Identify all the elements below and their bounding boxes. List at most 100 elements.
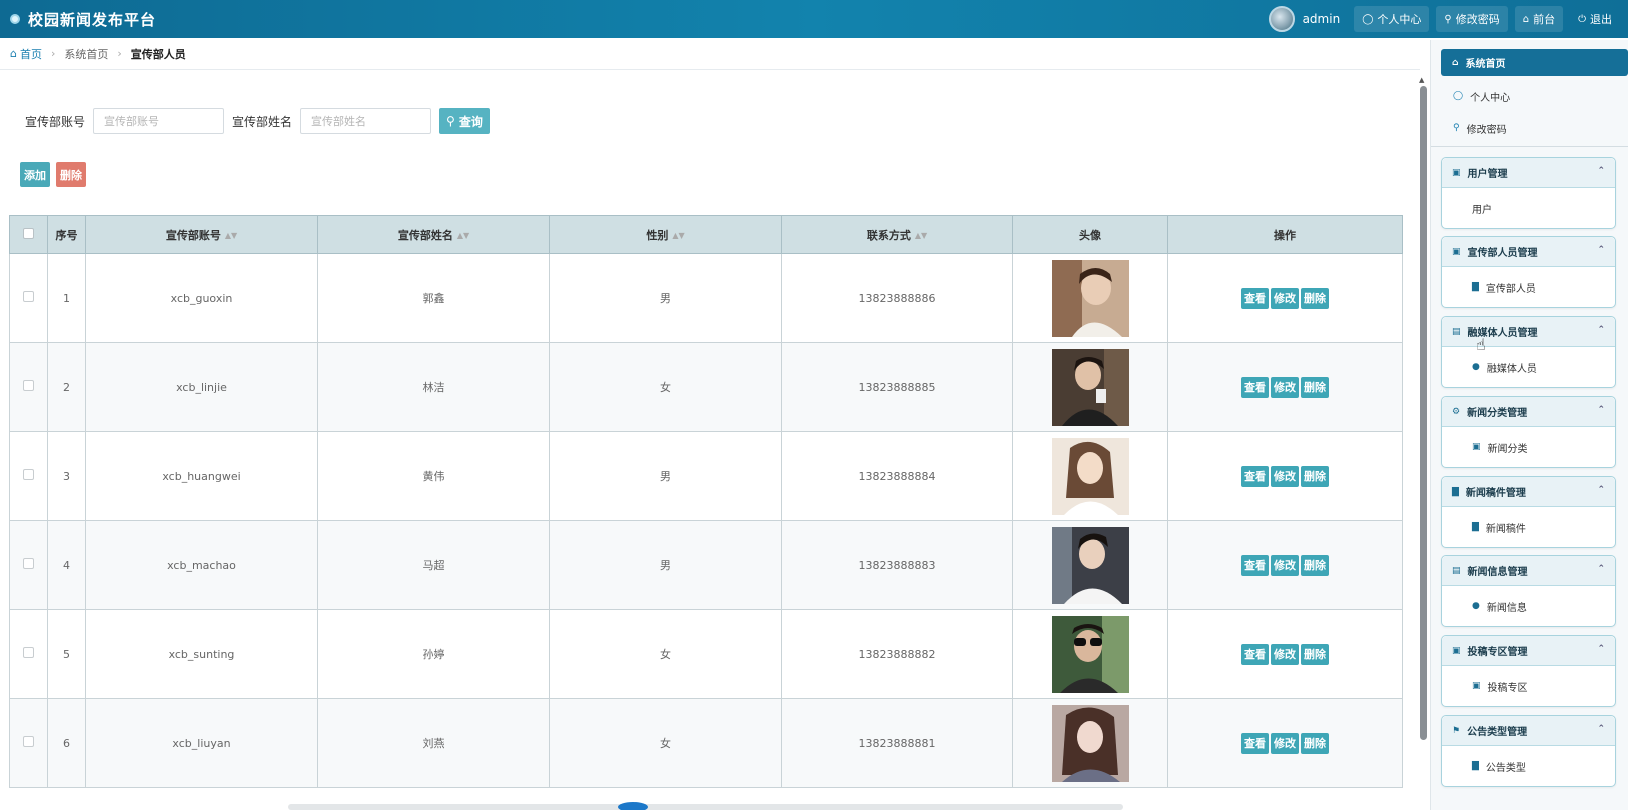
table-row: 2 xcb_linjie 林洁 女 13823888885 查看 修改 删除 (9, 342, 1403, 432)
row-select-cell[interactable] (9, 609, 48, 699)
user-chip[interactable]: admin (1268, 6, 1340, 32)
chevron-up-icon[interactable]: ⌃ (1597, 485, 1605, 495)
column-header-account[interactable]: 宣传部账号 ▲▼ (85, 215, 318, 254)
batch-delete-button[interactable]: 删除 (56, 162, 86, 187)
sidebar-item-personal-center[interactable]: ◯ 个人中心 (1431, 80, 1628, 112)
data-table: 序号 宣传部账号 ▲▼ 宣传部姓名 ▲▼ 性别 ▲▼ 联系方式 ▲▼ 头像 操作 1 x… (9, 215, 1403, 788)
sidebar-item-media-staff[interactable]: ● 融媒体人员 (1442, 347, 1615, 387)
sidebar-item-submission[interactable]: ▣ 投稿专区 (1442, 666, 1615, 706)
sidebar-group-header[interactable]: ⚙ 新闻分类管理 ⌃ (1442, 397, 1615, 427)
sidebar-group-header[interactable]: ▣ 宣传部人员管理 ⌃ (1442, 237, 1615, 267)
chevron-up-icon[interactable]: ⌃ (1597, 644, 1605, 654)
query-button[interactable]: ⚲ 查询 (439, 108, 490, 134)
delete-button[interactable]: 删除 (1301, 554, 1329, 576)
row-select-cell[interactable] (9, 698, 48, 788)
row-select-cell[interactable] (9, 253, 48, 343)
sidebar-group-header[interactable]: ▣ 投稿专区管理 ⌃ (1442, 636, 1615, 666)
sidebar-item-change-password[interactable]: ⚲ 修改密码 (1431, 112, 1628, 144)
sidebar-item-publicity-staff[interactable]: ▇ 宣传部人员 (1442, 267, 1615, 307)
vertical-scroll-thumb[interactable] (1420, 86, 1427, 740)
delete-button[interactable]: 删除 (1301, 376, 1329, 398)
row-select-cell[interactable] (9, 431, 48, 521)
vertical-scrollbar[interactable]: ▲ (1419, 76, 1427, 810)
row-select-cell[interactable] (9, 520, 48, 610)
row-checkbox[interactable] (23, 291, 34, 302)
name-search-input[interactable] (300, 108, 432, 134)
edit-button[interactable]: 修改 (1271, 376, 1299, 398)
column-header-name[interactable]: 宣传部姓名 ▲▼ (317, 215, 550, 254)
avatar-photo[interactable] (1051, 437, 1129, 515)
sidebar-item-label: 系统首页 (1465, 59, 1506, 70)
avatar-photo[interactable] (1051, 704, 1129, 782)
breadcrumb-level1[interactable]: 系统首页 (64, 46, 108, 62)
scroll-up-arrow-icon[interactable]: ▲ (1419, 76, 1424, 84)
sidebar-item-users[interactable]: 用户 (1442, 188, 1615, 228)
view-button[interactable]: 查看 (1241, 465, 1269, 487)
edit-button[interactable]: 修改 (1271, 287, 1299, 309)
monitor-icon: ▤ (1452, 326, 1461, 337)
edit-button[interactable]: 修改 (1271, 554, 1299, 576)
sidebar-group-news-category: ⚙ 新闻分类管理 ⌃ ▣ 新闻分类 (1441, 396, 1616, 468)
column-header-gender[interactable]: 性别 ▲▼ (549, 215, 782, 254)
sidebar-group-header[interactable]: ▤ 新闻信息管理 ⌃ (1442, 556, 1615, 586)
add-button[interactable]: 添加 (20, 162, 50, 187)
row-checkbox[interactable] (23, 647, 34, 658)
select-all-cell[interactable] (9, 215, 48, 254)
sort-icon[interactable]: ▲▼ (225, 231, 237, 240)
view-button[interactable]: 查看 (1241, 287, 1269, 309)
chevron-up-icon[interactable]: ⌃ (1597, 405, 1605, 415)
chevron-up-icon[interactable]: ⌃ (1597, 325, 1605, 335)
logout-button[interactable]: ⏻ 退出 (1570, 6, 1620, 32)
sidebar-item-news-info[interactable]: ● 新闻信息 (1442, 586, 1615, 626)
chevron-up-icon[interactable]: ⌃ (1597, 724, 1605, 734)
edit-button[interactable]: 修改 (1271, 465, 1299, 487)
breadcrumb-home[interactable]: ⌂ 首页 (10, 46, 42, 62)
sort-icon[interactable]: ▲▼ (672, 231, 684, 240)
sidebar-group-header[interactable]: ▣ 用户管理 ⌃ (1442, 158, 1615, 188)
sidebar-group-news-manuscript: ▇ 新闻稿件管理 ⌃ ▇ 新闻稿件 (1441, 476, 1616, 548)
view-button[interactable]: 查看 (1241, 554, 1269, 576)
delete-button[interactable]: 删除 (1301, 732, 1329, 754)
edit-button[interactable]: 修改 (1271, 643, 1299, 665)
delete-button[interactable]: 删除 (1301, 643, 1329, 665)
horizontal-scroll-thumb[interactable] (618, 802, 648, 810)
chevron-up-icon[interactable]: ⌃ (1597, 245, 1605, 255)
sidebar-group-header[interactable]: ⚑ 公告类型管理 ⌃ (1442, 716, 1615, 746)
table-row: 6 xcb_liuyan 刘燕 女 13823888881 查看 修改 删除 (9, 698, 1403, 788)
sidebar-item-news-manuscript[interactable]: ▇ 新闻稿件 (1442, 507, 1615, 547)
avatar-photo[interactable] (1051, 348, 1129, 426)
row-checkbox[interactable] (23, 558, 34, 569)
frontend-button[interactable]: ⌂ 前台 (1514, 6, 1564, 32)
view-button[interactable]: 查看 (1241, 732, 1269, 754)
delete-button[interactable]: 删除 (1301, 287, 1329, 309)
sidebar-item-news-category[interactable]: ▣ 新闻分类 (1442, 427, 1615, 467)
sidebar-item-notice-type[interactable]: ▇ 公告类型 (1442, 746, 1615, 786)
avatar-photo[interactable] (1051, 615, 1129, 693)
row-checkbox[interactable] (23, 469, 34, 480)
select-all-checkbox[interactable] (23, 227, 34, 239)
chevron-up-icon[interactable]: ⌃ (1597, 564, 1605, 574)
sidebar-group-header[interactable]: ▇ 新闻稿件管理 ⌃ (1442, 477, 1615, 507)
sidebar-group-header[interactable]: ▤ 融媒体人员管理 ⌃ (1442, 317, 1615, 347)
row-select-cell[interactable] (9, 342, 48, 432)
view-button[interactable]: 查看 (1241, 376, 1269, 398)
avatar-photo[interactable] (1051, 526, 1129, 604)
delete-button[interactable]: 删除 (1301, 465, 1329, 487)
home-icon: ⌂ (10, 47, 17, 60)
change-password-button[interactable]: ⚲ 修改密码 (1436, 6, 1508, 32)
row-checkbox[interactable] (23, 736, 34, 747)
avatar-photo[interactable] (1051, 259, 1129, 337)
sort-icon[interactable]: ▲▼ (457, 231, 469, 240)
edit-button[interactable]: 修改 (1271, 732, 1299, 754)
account-search-input[interactable] (93, 108, 225, 134)
sidebar-item-dashboard[interactable]: ⌂ 系统首页 (1441, 49, 1628, 76)
view-button[interactable]: 查看 (1241, 643, 1269, 665)
personal-center-button[interactable]: ◯ 个人中心 (1354, 6, 1430, 32)
row-checkbox[interactable] (23, 380, 34, 391)
sidebar-group-title: 新闻分类管理 (1467, 408, 1528, 419)
avatar[interactable] (1268, 6, 1295, 32)
chevron-up-icon[interactable]: ⌃ (1597, 166, 1605, 176)
column-header-contact[interactable]: 联系方式 ▲▼ (781, 215, 1013, 254)
sort-icon[interactable]: ▲▼ (915, 231, 927, 240)
horizontal-scrollbar[interactable] (288, 802, 1123, 810)
